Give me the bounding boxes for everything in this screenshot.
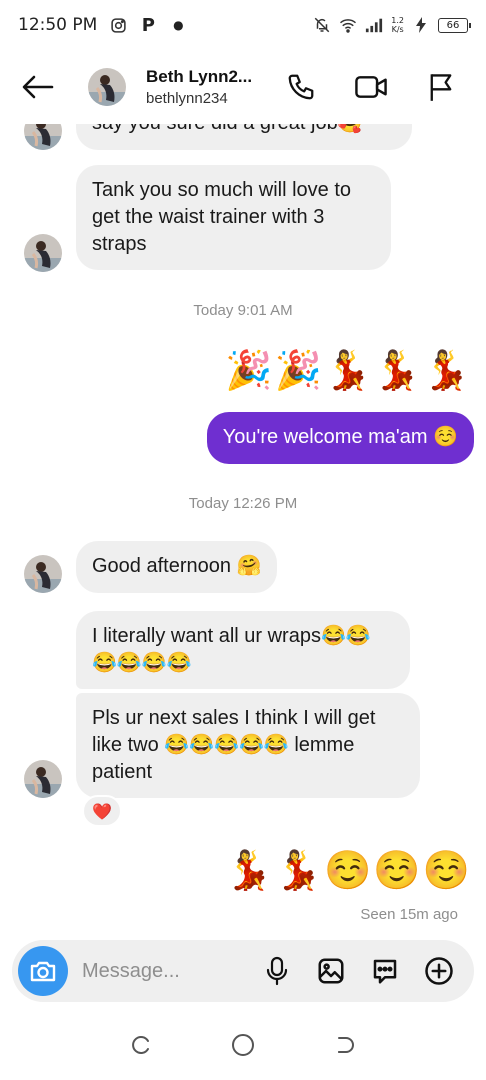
received-message-bubble[interactable]: Good afternoon 🤗 [76,541,278,593]
message-text: I literally want all ur wraps😂😂😂😂😂😂 [92,625,371,674]
contact-username: bethlynn234 [146,90,228,107]
timestamp: Today 9:01 AM [193,302,293,319]
net-speed: 1.2 K/s [391,16,404,34]
heart-reaction[interactable]: ❤️ [82,795,122,827]
status-time: 12:50 PM [18,15,98,35]
avatar[interactable] [24,234,62,272]
voice-message-button[interactable] [262,956,292,986]
message-input[interactable] [82,959,242,983]
back-arrow-icon [22,75,54,99]
received-message-bubble[interactable]: I literally want all ur wraps😂😂😂😂😂😂 [76,611,410,689]
message-text: You're welcome ma'am ☺️ [222,426,458,448]
status-right: 1.2 K/s 66 [313,16,471,34]
back-nav-button[interactable] [330,1030,360,1060]
home-button[interactable] [228,1030,258,1060]
back-nav-icon [338,1037,354,1053]
wifi-icon [339,16,357,34]
message-text: Pls ur next sales I think I will get lik… [92,707,376,783]
gallery-button[interactable] [316,956,346,986]
received-message-bubble[interactable]: Tank you so much will love to get the wa… [76,165,391,270]
dot-icon: ● [173,18,184,32]
image-icon [318,958,344,984]
message-text: Tank you so much will love to get the wa… [92,179,352,255]
recents-icon [132,1036,149,1054]
sticker-button[interactable] [370,956,400,986]
microphone-icon [266,956,288,986]
mute-bell-icon [313,16,331,34]
avatar[interactable] [24,555,62,593]
status-bar: 12:50 PM P ● 1.2 K/s 66 [0,0,486,50]
received-message-bubble[interactable]: say you sure did a great job🥰 [76,124,412,150]
system-navigation-bar [0,1010,486,1080]
video-call-button[interactable] [354,70,388,104]
camera-button[interactable] [18,946,68,996]
chat-header: Beth Lynn2... bethlynn234 [0,50,486,124]
camera-icon [30,961,56,982]
sent-emoji-message[interactable]: 💃💃☺️☺️☺️ [225,848,472,892]
report-button[interactable] [424,70,458,104]
flag-icon [430,74,452,101]
sent-emoji-message[interactable]: 🎉🎉💃💃💃 [225,348,472,392]
back-button[interactable] [18,67,58,107]
contact-name: Beth Lynn2... [146,67,253,86]
pinterest-p-icon: P [141,14,155,36]
header-avatar[interactable] [88,68,126,106]
battery-indicator: 66 [438,17,471,33]
sent-message-bubble[interactable]: You're welcome ma'am ☺️ [206,412,474,464]
seen-status: Seen 15m ago [360,906,458,923]
signal-icon [365,16,383,34]
voice-call-button[interactable] [284,70,318,104]
message-text: Good afternoon 🤗 [92,555,262,577]
plus-circle-icon [425,957,453,985]
chat-bubble-dots-icon [373,959,397,984]
status-left: 12:50 PM P ● [18,14,187,36]
phone-icon [288,74,314,100]
home-circle-icon [232,1034,254,1056]
charging-icon [412,16,430,34]
message-composer [12,940,474,1002]
more-options-button[interactable] [424,956,454,986]
header-text[interactable]: Beth Lynn2... bethlynn234 [146,67,252,107]
composer-actions [262,956,454,986]
received-message-bubble[interactable]: Pls ur next sales I think I will get lik… [76,693,420,798]
instagram-icon [109,16,127,34]
avatar[interactable] [24,760,62,798]
video-camera-icon [355,76,387,98]
recents-button[interactable] [126,1030,156,1060]
header-actions [284,70,458,104]
timestamp: Today 12:26 PM [188,495,298,512]
message-text: say you sure did a great job🥰 [92,124,396,137]
